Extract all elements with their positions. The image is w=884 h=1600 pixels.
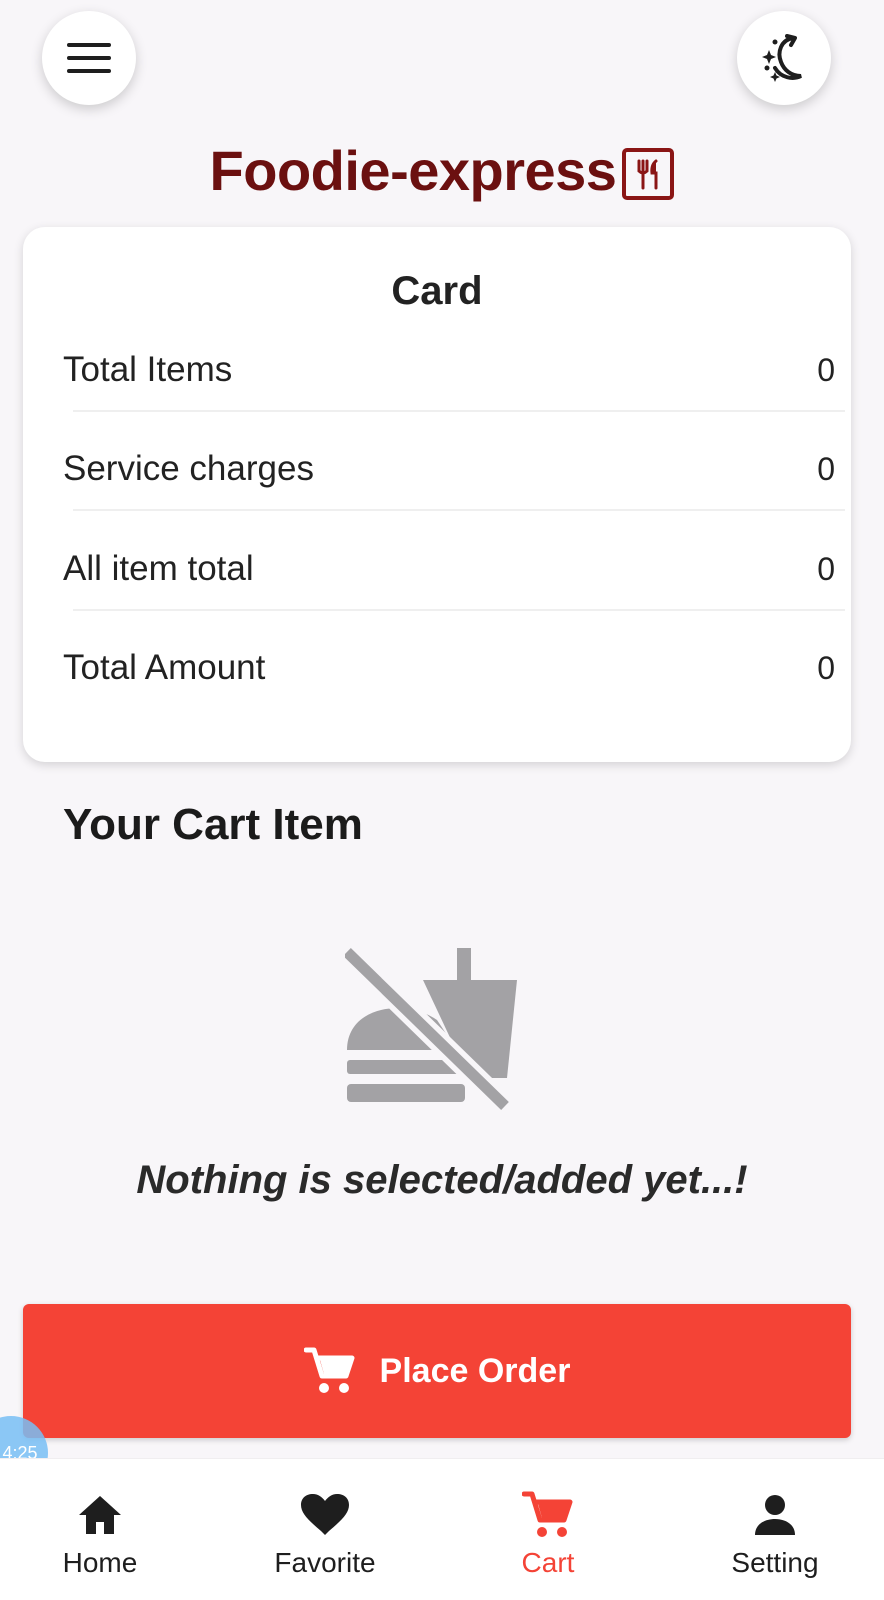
nav-item-home[interactable]: Home bbox=[50, 1459, 150, 1600]
summary-row-service-charges: Service charges 0 bbox=[63, 439, 835, 499]
menu-icon bbox=[67, 43, 111, 73]
summary-value: 0 bbox=[817, 649, 835, 686]
order-summary-card: Card Total Items 0 Service charges 0 All… bbox=[23, 227, 851, 762]
nav-label: Setting bbox=[731, 1547, 819, 1578]
divider bbox=[73, 509, 845, 511]
card-title: Card bbox=[391, 269, 483, 313]
nav-label: Favorite bbox=[274, 1547, 376, 1578]
summary-label: All item total bbox=[63, 549, 254, 588]
summary-label: Total Amount bbox=[63, 648, 266, 687]
summary-label: Total Items bbox=[63, 350, 233, 389]
bottom-navigation: Home Favorite Cart Setting bbox=[0, 1458, 884, 1600]
heart-icon bbox=[301, 1494, 349, 1535]
theme-toggle-icon bbox=[762, 34, 802, 82]
empty-cart-message: Nothing is selected/added yet...! bbox=[136, 1158, 748, 1202]
summary-label: Service charges bbox=[63, 449, 314, 488]
summary-row-total-amount: Total Amount 0 bbox=[63, 638, 835, 698]
divider bbox=[73, 609, 845, 611]
menu-button[interactable] bbox=[42, 11, 136, 105]
no-food-icon bbox=[339, 944, 525, 1133]
divider bbox=[73, 410, 845, 412]
summary-value: 0 bbox=[817, 351, 835, 388]
cart-icon bbox=[303, 1347, 355, 1393]
nav-item-favorite[interactable]: Favorite bbox=[265, 1459, 385, 1600]
person-icon bbox=[755, 1495, 795, 1535]
restaurant-icon bbox=[622, 147, 675, 200]
place-order-button[interactable]: Place Order bbox=[23, 1304, 851, 1438]
nav-item-setting[interactable]: Setting bbox=[715, 1459, 835, 1600]
cart-icon bbox=[522, 1491, 573, 1537]
summary-row-total-items: Total Items 0 bbox=[63, 340, 835, 400]
summary-value: 0 bbox=[817, 450, 835, 487]
summary-row-all-item-total: All item total 0 bbox=[63, 539, 835, 599]
place-order-label: Place Order bbox=[379, 1351, 571, 1390]
app-title: Foodie-express bbox=[0, 138, 884, 203]
app-title-text: Foodie-express bbox=[209, 139, 617, 202]
nav-label: Home bbox=[62, 1547, 138, 1578]
home-icon bbox=[79, 1496, 121, 1534]
nav-label: Cart bbox=[521, 1547, 575, 1578]
nav-item-cart[interactable]: Cart bbox=[498, 1459, 598, 1600]
summary-value: 0 bbox=[817, 550, 835, 587]
cart-section-title: Your Cart Item bbox=[63, 800, 363, 849]
theme-toggle-button[interactable] bbox=[737, 11, 831, 105]
